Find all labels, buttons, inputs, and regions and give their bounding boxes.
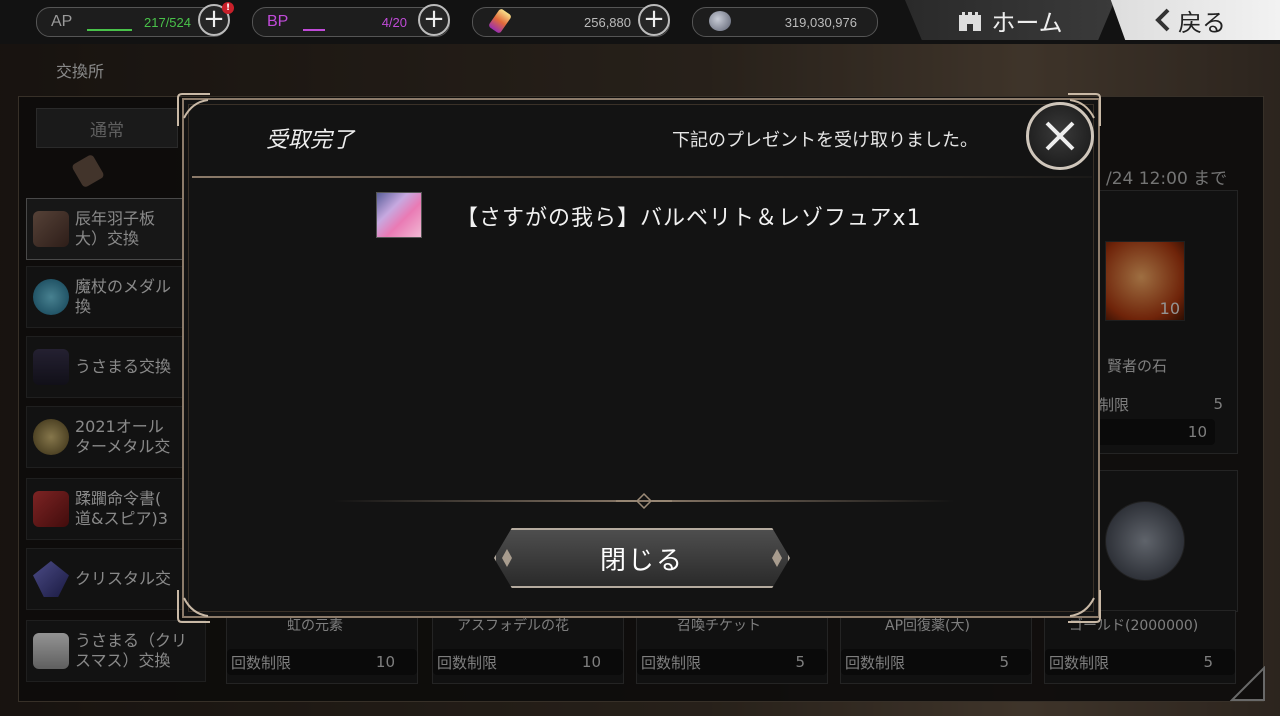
gem-icon (487, 7, 513, 35)
back-label: 戻る (1178, 8, 1226, 37)
corner-ornament-icon (177, 93, 210, 126)
bp-label: BP (267, 13, 289, 30)
ap-bar (87, 29, 132, 31)
corner-ornament-icon (1068, 590, 1101, 623)
ornament-icon (616, 492, 672, 510)
back-button[interactable]: 戻る (1110, 0, 1280, 40)
close-icon (1045, 121, 1075, 151)
chevron-left-icon (1155, 8, 1170, 32)
divider (192, 176, 1092, 178)
bp-bar (303, 29, 325, 31)
dialog-close-button[interactable] (1026, 102, 1094, 170)
home-button[interactable]: ホーム (905, 0, 1115, 40)
dialog-title: 受取完了 (266, 128, 355, 153)
home-label: ホーム (991, 8, 1063, 37)
ap-value: 217/524 (144, 14, 191, 30)
close-button[interactable]: 閉じる (494, 528, 790, 588)
coin-icon (709, 11, 731, 31)
castle-icon (959, 12, 982, 31)
bp-add-button[interactable]: + (418, 4, 450, 36)
alert-badge: ! (222, 2, 234, 14)
gold-counter: 319,030,976 (692, 7, 878, 37)
close-button-label: 閉じる (599, 545, 684, 576)
corner-ornament-icon (177, 590, 210, 623)
reward-item-text: 【さすがの我ら】バルベリト＆レゾフュアx1 (456, 206, 922, 231)
gold-value: 319,030,976 (784, 14, 857, 30)
reward-image (376, 192, 422, 238)
gem-value: 256,880 (584, 14, 631, 30)
dialog-message: 下記のプレゼントを受け取りました。 (672, 130, 978, 151)
receipt-dialog: 受取完了 下記のプレゼントを受け取りました。 【さすがの我ら】バルベリト＆レゾフ… (182, 98, 1100, 618)
ap-label: AP (51, 13, 73, 30)
top-bar: AP 217/524 + ! BP 4/20 + 256,880 + 319,0… (0, 0, 1280, 44)
gem-add-button[interactable]: + (638, 4, 670, 36)
bp-value: 4/20 (381, 14, 407, 30)
